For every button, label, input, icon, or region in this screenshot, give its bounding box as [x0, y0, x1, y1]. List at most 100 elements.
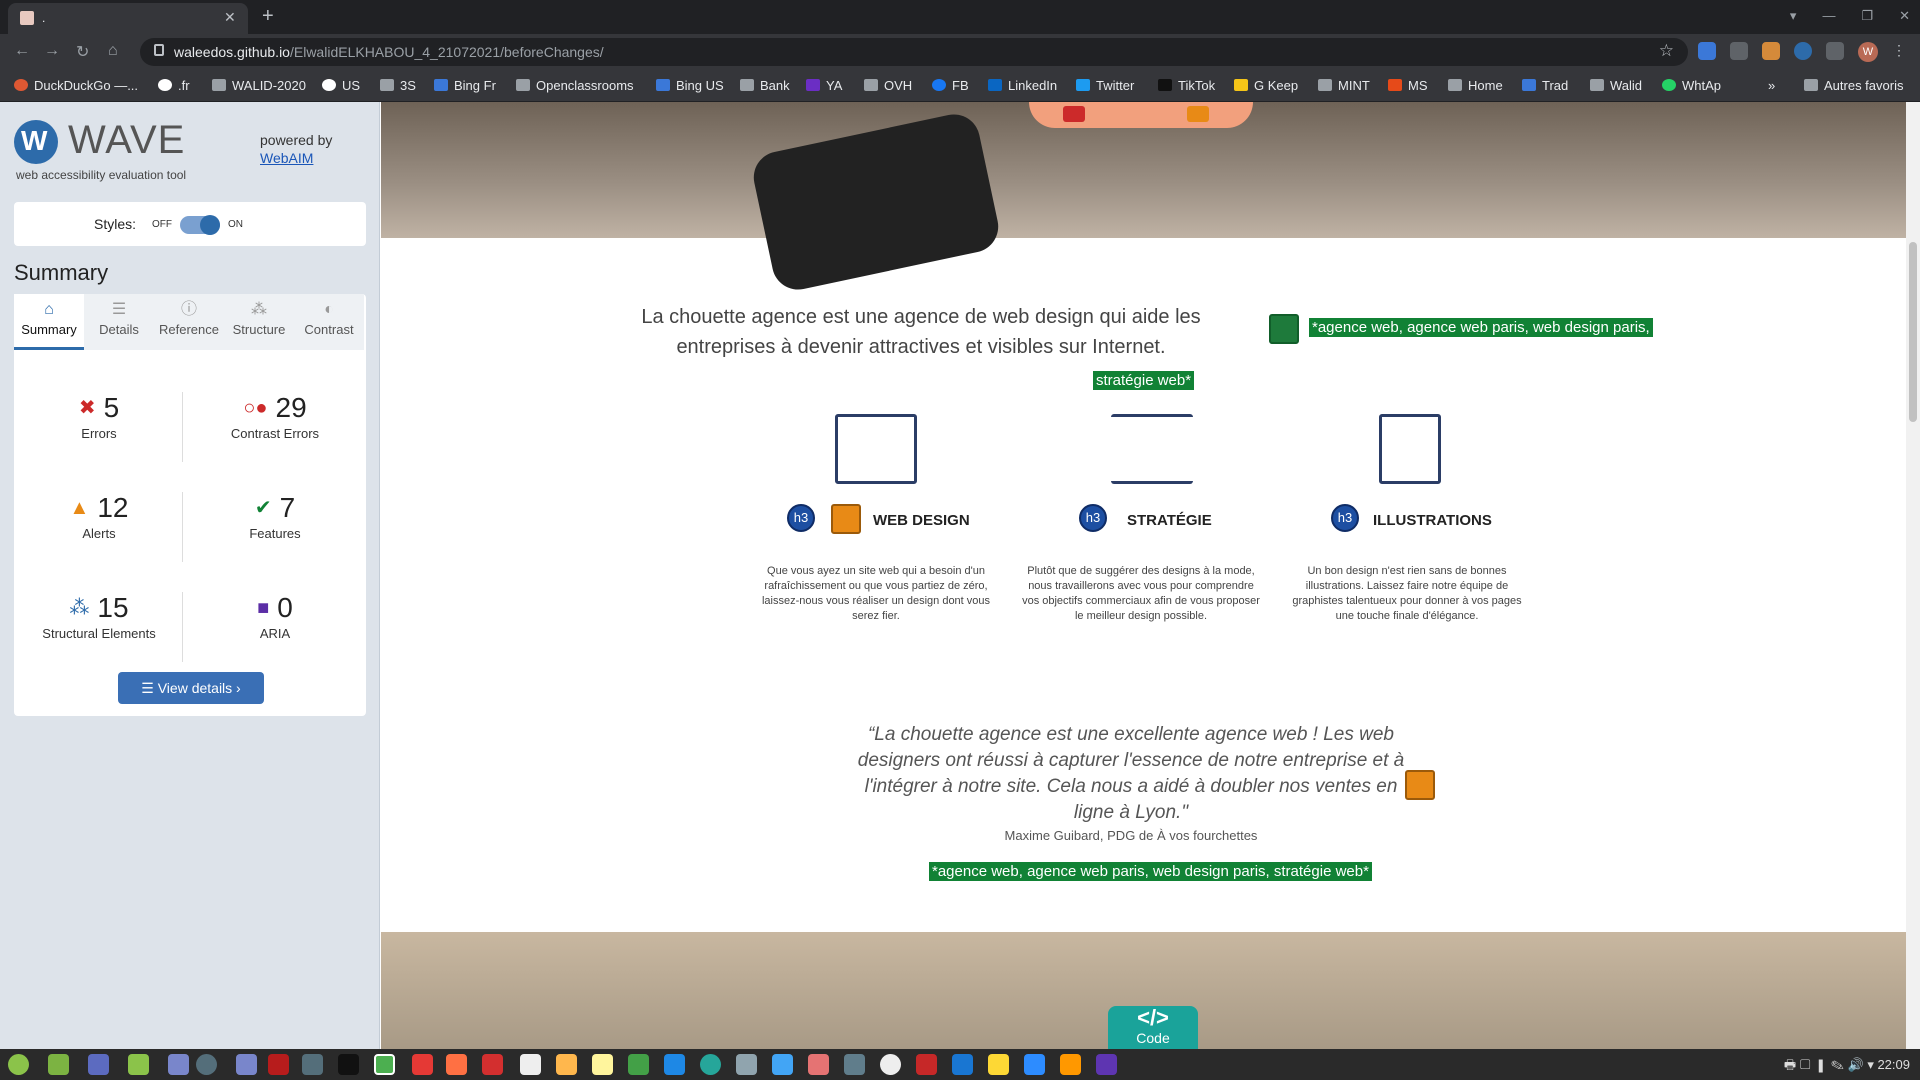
heading-alert-icon[interactable] [831, 504, 861, 534]
structural-stat[interactable]: ⁂ 15 Structural Elements [14, 592, 184, 641]
tab-contrast[interactable]: ◐ Contrast [294, 294, 364, 350]
translate-icon[interactable] [1698, 42, 1716, 60]
new-tab-icon[interactable]: + [262, 5, 274, 28]
bookmark-item[interactable]: Home [1448, 78, 1503, 93]
menu-icon[interactable] [8, 1054, 29, 1075]
address-bar[interactable]: waleedos.github.io/ElwalidELKHABOU_4_210… [140, 38, 1688, 66]
bookmark-item[interactable]: Walid [1590, 78, 1642, 93]
bookmark-item[interactable]: OVH [864, 78, 912, 93]
error-icon[interactable] [1063, 106, 1085, 122]
code-tab[interactable]: </> Code [1108, 1006, 1198, 1049]
bookmark-item[interactable]: DuckDuckGo —... [14, 78, 138, 93]
bookmark-item[interactable]: .fr [158, 78, 190, 93]
close-window-icon[interactable]: ✕ [1899, 8, 1910, 24]
bookmark-item[interactable]: Bank [740, 78, 790, 93]
bookmark-item[interactable]: Autres favoris [1804, 78, 1903, 93]
aria-stat[interactable]: ■ 0 ARIA [190, 592, 360, 641]
terminal-icon[interactable] [338, 1054, 359, 1075]
bookmark-item[interactable]: WALID-2020 [212, 78, 306, 93]
bookmark-item[interactable]: MS [1388, 78, 1428, 93]
bookmark-item[interactable]: YA [806, 78, 842, 93]
bookmark-star-icon[interactable]: ☆ [1659, 41, 1674, 61]
filezilla-icon[interactable] [268, 1054, 289, 1075]
styles-toggle[interactable] [180, 215, 220, 235]
tab-search-icon[interactable]: ▾ [1790, 8, 1797, 24]
tab-structure[interactable]: ⁂ Structure [224, 294, 294, 350]
mail-icon[interactable] [302, 1054, 323, 1075]
extension-icon[interactable] [1762, 42, 1780, 60]
bookmark-item[interactable]: Openclassrooms [516, 78, 634, 93]
view-details-button[interactable]: ☰ View details › [118, 672, 264, 704]
bookmark-item[interactable]: Bing Fr [434, 78, 496, 93]
puzzle-icon[interactable] [1826, 42, 1844, 60]
map-icon[interactable] [916, 1054, 937, 1075]
calc-icon[interactable] [628, 1054, 649, 1075]
bookmark-item[interactable]: Bing US [656, 78, 724, 93]
alert-icon[interactable] [1187, 106, 1209, 122]
wave-extension-icon[interactable] [1794, 42, 1812, 60]
bookmark-item[interactable]: MINT [1318, 78, 1370, 93]
app-icon[interactable] [1096, 1054, 1117, 1075]
app-icon[interactable] [236, 1054, 257, 1075]
tab-reference[interactable]: ⓘ Reference [154, 294, 224, 350]
app-icon[interactable] [736, 1054, 757, 1075]
features-stat[interactable]: ✔ 7 Features [190, 492, 360, 541]
app-icon[interactable] [592, 1054, 613, 1075]
firefox-icon[interactable] [446, 1054, 467, 1075]
bookmark-item[interactable]: Twitter [1076, 78, 1134, 93]
more-bookmarks-icon[interactable]: » [1768, 78, 1775, 93]
image-alert-icon[interactable] [1405, 770, 1435, 800]
avatar[interactable]: W [1858, 42, 1878, 62]
image-alt-icon[interactable] [1269, 314, 1299, 344]
app-icon[interactable] [168, 1054, 189, 1075]
h3-icon[interactable]: h3 [1331, 504, 1359, 532]
bookmark-item[interactable]: 3S [380, 78, 416, 93]
desktop-icon[interactable] [48, 1054, 69, 1075]
opera-icon[interactable] [482, 1054, 503, 1075]
home-icon[interactable]: ⌂ [108, 42, 118, 60]
alerts-stat[interactable]: ▲ 12 Alerts [14, 492, 184, 541]
bookmark-item[interactable]: LinkedIn [988, 78, 1057, 93]
bookmark-item[interactable]: TikTok [1158, 78, 1215, 93]
extension-icon[interactable] [1730, 42, 1748, 60]
browser-tab[interactable]: . ✕ [8, 3, 248, 34]
clock[interactable]: 22:09 [1877, 1057, 1910, 1072]
bookmark-item[interactable]: Trad [1522, 78, 1568, 93]
camera-icon[interactable] [772, 1054, 793, 1075]
app-icon[interactable] [880, 1054, 901, 1075]
tab-details[interactable]: ☰ Details [84, 294, 154, 350]
menu-icon[interactable]: ⋮ [1892, 42, 1906, 62]
app-icon[interactable] [556, 1054, 577, 1075]
bookmark-item[interactable]: US [322, 78, 360, 93]
close-icon[interactable]: ✕ [224, 9, 236, 26]
notes-icon[interactable] [988, 1054, 1009, 1075]
app-icon[interactable] [520, 1054, 541, 1075]
clock-icon[interactable] [196, 1054, 217, 1075]
bookmark-item[interactable]: WhtAp [1662, 78, 1721, 93]
vivaldi-icon[interactable] [412, 1054, 433, 1075]
maximize-icon[interactable]: ❐ [1861, 8, 1873, 24]
sublime-icon[interactable] [1060, 1054, 1081, 1075]
h3-icon[interactable]: h3 [1079, 504, 1107, 532]
vscode-icon[interactable] [952, 1054, 973, 1075]
bookmark-item[interactable]: FB [932, 78, 969, 93]
zoom-icon[interactable] [1024, 1054, 1045, 1075]
scrollbar[interactable] [1906, 102, 1920, 1049]
app-icon[interactable] [88, 1054, 109, 1075]
webaim-link[interactable]: WebAIM [260, 150, 313, 166]
scrollbar-thumb[interactable] [1909, 242, 1917, 422]
back-icon[interactable]: ← [14, 42, 30, 60]
app-icon[interactable] [844, 1054, 865, 1075]
h3-icon[interactable]: h3 [787, 504, 815, 532]
contrast-errors-stat[interactable]: ○● 29 Contrast Errors [190, 392, 360, 441]
errors-stat[interactable]: ✖ 5 Errors [14, 392, 184, 441]
app-icon[interactable] [808, 1054, 829, 1075]
chrome-icon[interactable] [374, 1054, 395, 1075]
forward-icon[interactable]: → [44, 42, 60, 60]
bookmark-item[interactable]: G Keep [1234, 78, 1298, 93]
tab-summary[interactable]: ⌂ Summary [14, 294, 84, 350]
writer-icon[interactable] [664, 1054, 685, 1075]
reload-icon[interactable]: ↻ [76, 42, 89, 62]
files-icon[interactable] [128, 1054, 149, 1075]
app-icon[interactable] [700, 1054, 721, 1075]
